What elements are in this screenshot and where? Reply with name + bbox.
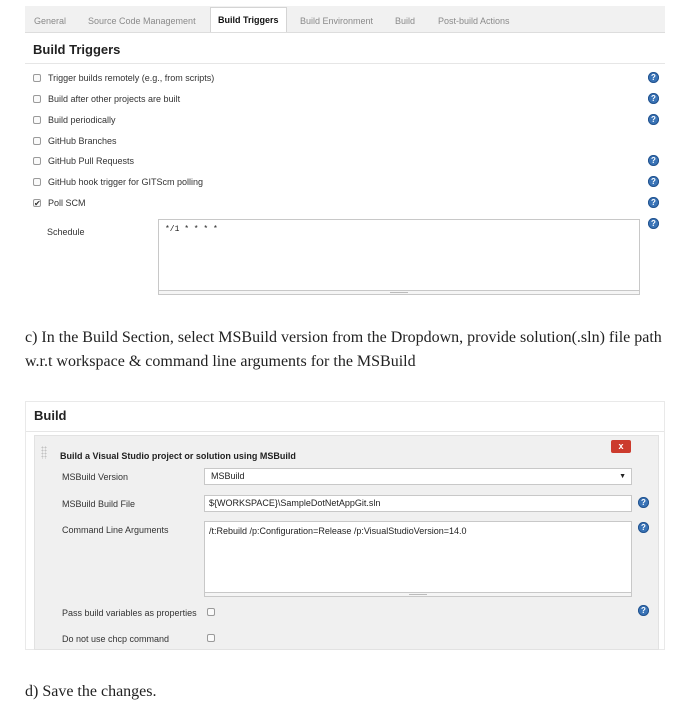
config-tabs: General Source Code Management Build Tri…	[25, 6, 665, 33]
help-icon[interactable]: ?	[648, 218, 659, 229]
pass-build-variables-label: Pass build variables as properties	[62, 608, 197, 618]
tab-general[interactable]: General	[34, 10, 66, 32]
arguments-value: /t:Rebuild /p:Configuration=Release /p:V…	[209, 526, 467, 536]
instruction-paragraph-c: c) In the Build Section, select MSBuild …	[25, 329, 662, 370]
option-label: Trigger builds remotely (e.g., from scri…	[48, 73, 215, 83]
help-icon[interactable]: ?	[638, 522, 649, 533]
selected-value: MSBuild	[211, 471, 245, 481]
command-line-arguments-textarea[interactable]: /t:Rebuild /p:Configuration=Release /p:V…	[204, 521, 632, 593]
schedule-value: */1 * * * *	[165, 225, 218, 234]
command-line-arguments-label: Command Line Arguments	[62, 525, 169, 535]
msbuild-build-file-label: MSBuild Build File	[62, 499, 136, 509]
instruction-paragraph-d: d) Save the changes.	[25, 683, 157, 700]
drag-handle-icon[interactable]	[41, 446, 47, 459]
help-icon[interactable]: ?	[648, 93, 659, 104]
resize-handle[interactable]	[158, 291, 640, 295]
help-icon[interactable]: ?	[638, 605, 649, 616]
schedule-label: Schedule	[47, 227, 85, 237]
section-title: Build Triggers	[33, 42, 121, 57]
help-icon[interactable]: ?	[648, 197, 659, 208]
tab-build[interactable]: Build	[395, 10, 415, 32]
tab-post-build-actions[interactable]: Post-build Actions	[438, 10, 510, 32]
resize-handle[interactable]	[204, 593, 632, 597]
dropdown-arrow-icon: ▼	[619, 473, 626, 480]
option-label: Poll SCM	[48, 198, 86, 208]
checkbox[interactable]	[33, 74, 41, 82]
checkbox[interactable]	[33, 95, 41, 103]
option-label: Build periodically	[48, 115, 116, 125]
tab-build-environment[interactable]: Build Environment	[300, 10, 373, 32]
checkbox[interactable]	[33, 137, 41, 145]
build-triggers-screenshot: General Source Code Management Build Tri…	[25, 6, 665, 295]
pass-build-variables-checkbox[interactable]	[207, 608, 215, 616]
checkbox[interactable]	[33, 178, 41, 186]
build-section-screenshot: Build Build a Visual Studio project or s…	[25, 401, 665, 650]
help-icon[interactable]: ?	[638, 497, 649, 508]
schedule-textarea[interactable]: */1 * * * *	[158, 219, 640, 291]
build-triggers-panel: Build Triggers Trigger builds remotely (…	[25, 33, 665, 295]
section-title: Build	[34, 408, 67, 423]
checkbox-checked[interactable]: ✔	[33, 199, 41, 208]
help-icon[interactable]: ?	[648, 72, 659, 83]
option-label: GitHub hook trigger for GITScm polling	[48, 177, 204, 187]
msbuild-version-select[interactable]: MSBuild ▼	[204, 468, 632, 485]
help-icon[interactable]: ?	[648, 114, 659, 125]
tab-source-code-management[interactable]: Source Code Management	[88, 10, 196, 32]
checkbox[interactable]	[33, 116, 41, 124]
help-icon[interactable]: ?	[648, 155, 659, 166]
do-not-use-chcp-checkbox[interactable]	[207, 634, 215, 642]
delete-step-button[interactable]: x	[611, 440, 631, 453]
option-label: Build after other projects are built	[48, 94, 181, 104]
msbuild-step-panel: Build a Visual Studio project or solutio…	[34, 435, 659, 650]
divider	[25, 63, 665, 64]
divider	[26, 431, 664, 432]
msbuild-version-label: MSBuild Version	[62, 472, 129, 482]
option-label: GitHub Pull Requests	[48, 156, 135, 166]
checkbox[interactable]	[33, 157, 41, 165]
do-not-use-chcp-label: Do not use chcp command	[62, 634, 170, 644]
step-title: Build a Visual Studio project or solutio…	[60, 451, 296, 461]
msbuild-build-file-input[interactable]: ${WORKSPACE}\SampleDotNetAppGit.sln	[204, 495, 632, 512]
option-label: GitHub Branches	[48, 136, 117, 146]
tab-build-triggers[interactable]: Build Triggers	[210, 7, 287, 32]
help-icon[interactable]: ?	[648, 176, 659, 187]
